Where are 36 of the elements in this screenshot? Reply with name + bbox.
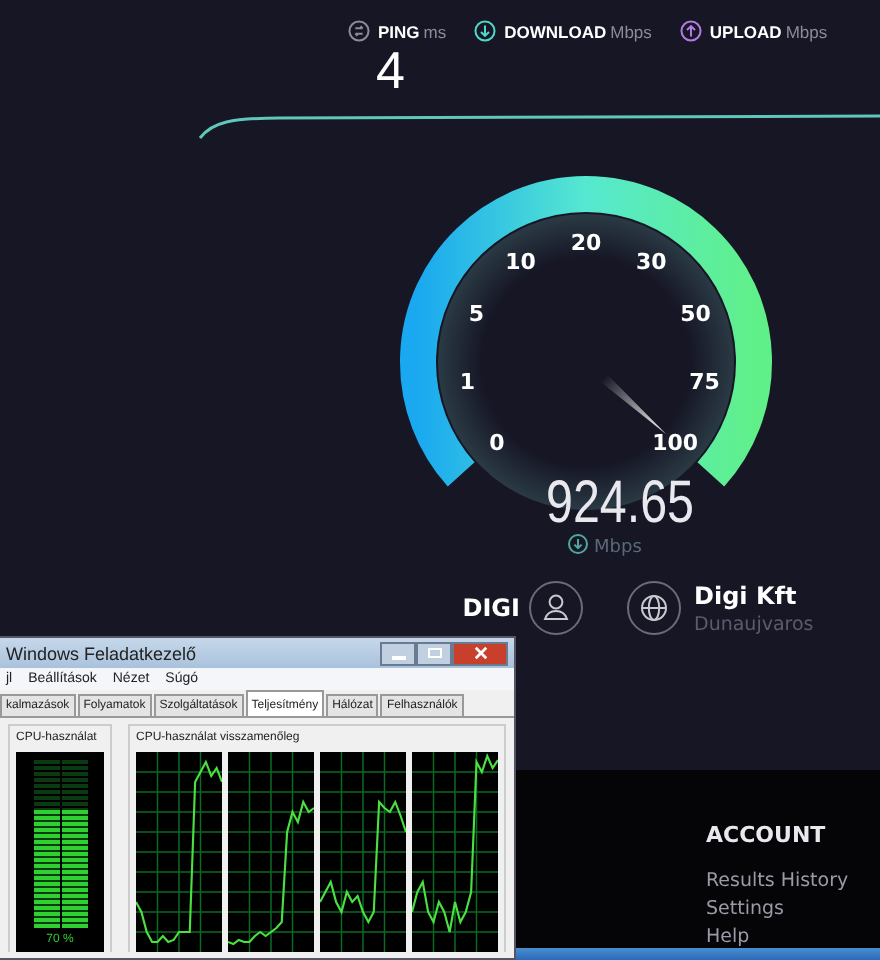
download-icon [568,534,588,554]
metric-label: PING [378,21,420,41]
footer-heading: ACCOUNT [706,822,828,848]
metric-label: UPLOAD [709,21,782,41]
footer-link[interactable]: Results History [706,870,880,892]
close-icon [473,646,487,660]
gauge-scale-label: 20 [570,230,602,256]
isp-name: DIGI [460,594,520,622]
metric-value: 4 [376,42,407,98]
metric-unit: Mbps [785,21,828,41]
gauge-scale-label: 0 [489,430,505,457]
gauge-scale-label: 30 [636,249,667,276]
gauge-scale-label: 75 [689,368,720,395]
footer-link[interactable]: Settings [706,898,880,920]
metric-unit: ms [423,21,447,41]
close-button[interactable] [452,641,508,665]
minimize-icon [391,655,405,659]
server-location: Dunaujvaros [694,613,814,635]
gauge-scale-label: 50 [680,301,711,328]
gauge-scale-label: 1 [459,368,476,395]
maximize-button[interactable] [416,641,452,665]
speed-reading: 924.65 [546,470,730,536]
metric-unit: Mbps [610,21,652,41]
gauge-scale-label: 5 [468,301,485,328]
footer-link[interactable]: Help [706,926,880,948]
user-icon [528,580,584,636]
gauge-scale-label: 10 [505,249,536,276]
speed-unit: Mbps [594,538,642,558]
gauge-scale-label: 100 [652,430,699,457]
gauge-needle [600,374,667,435]
server-name: Digi Kft [694,581,799,609]
minimize-button[interactable] [380,641,416,665]
globe-icon [626,580,682,636]
metric-label: DOWNLOAD [504,21,607,41]
window-title: Windows Feladatkezelő [6,643,197,663]
maximize-icon [427,648,441,658]
